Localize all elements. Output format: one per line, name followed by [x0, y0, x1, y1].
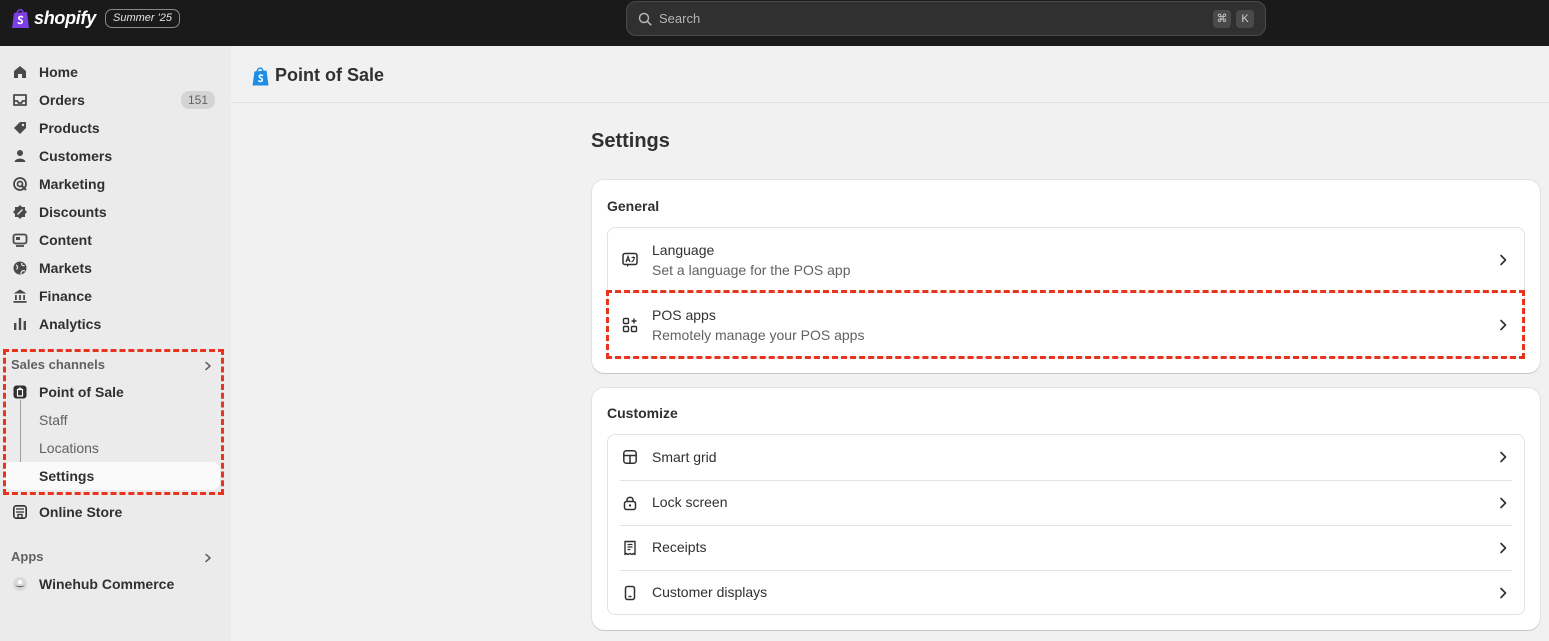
bank-icon [13, 289, 27, 303]
row-title: Receipts [652, 539, 707, 555]
settings-row-customer-displays[interactable]: Customer displays [608, 571, 1524, 615]
search-icon [638, 12, 652, 26]
search-placeholder: Search [659, 11, 701, 26]
sidebar-item-winehub-commerce[interactable]: Winehub Commerce [4, 570, 220, 598]
row-title: Smart grid [652, 449, 717, 465]
receipt-icon [624, 540, 636, 556]
smart-grid-icon [623, 450, 637, 464]
shopify-bag-icon [12, 8, 29, 28]
discount-icon [13, 205, 27, 219]
sidebar-item-label: Marketing [39, 176, 106, 192]
sidebar-item-home[interactable]: Home [4, 58, 220, 86]
general-card-title: General [607, 198, 660, 214]
settings-row-receipts[interactable]: Receipts [608, 526, 1524, 570]
store-icon [12, 504, 27, 519]
sidebar-subitem-label: Settings [39, 468, 95, 484]
sidebar-item-label: Markets [39, 260, 92, 276]
sidebar-item-discounts[interactable]: Discounts [4, 198, 220, 226]
winehub-app-icon [13, 577, 27, 591]
tag-icon [14, 122, 26, 134]
sidebar-item-point-of-sale[interactable]: Point of Sale [4, 378, 220, 406]
sidebar-subitem-staff[interactable]: Staff [4, 406, 220, 434]
sidebar-item-label: Customers [39, 148, 113, 164]
sales-channels-label: Sales channels [11, 357, 105, 372]
sidebar-item-markets[interactable]: Markets [4, 254, 220, 282]
chevron-right-icon [1500, 587, 1507, 599]
home-icon [14, 66, 26, 78]
inbox-icon [13, 94, 27, 106]
customize-list: Smart grid Lock screen Receipts Customer… [607, 434, 1525, 615]
pos-bag-icon [252, 67, 269, 86]
sidebar-subitem-settings[interactable]: Settings [4, 462, 220, 490]
sidebar-item-orders[interactable]: Orders 151 [4, 86, 220, 114]
sidebar-item-label: Finance [39, 288, 92, 304]
sidebar-item-label: Analytics [39, 316, 102, 332]
language-icon [622, 252, 638, 267]
shopify-logo[interactable]: shopify [11, 7, 96, 29]
search-bar[interactable]: Search ⌘ K [626, 1, 1266, 36]
orders-count-badge: 151 [180, 91, 215, 109]
settings-row-lock-screen[interactable]: Lock screen [608, 481, 1524, 525]
chevron-right-icon [1500, 451, 1507, 463]
sidebar-item-products[interactable]: Products [4, 114, 220, 142]
chevron-right-icon [1500, 542, 1507, 554]
content-icon [12, 233, 28, 247]
customize-card-title: Customize [607, 405, 678, 421]
row-title: POS apps [652, 307, 716, 323]
sidebar-item-label: Discounts [39, 204, 107, 220]
apps-icon [622, 317, 638, 333]
settings-heading: Settings [591, 130, 670, 152]
logo-wordmark: shopify [34, 7, 96, 28]
chevron-right-icon [1500, 254, 1507, 266]
page-header: Point of Sale [231, 46, 1549, 103]
sidebar-item-label: Point of Sale [39, 384, 124, 400]
settings-row-pos-apps[interactable]: POS apps Remotely manage your POS apps [608, 293, 1524, 357]
sidebar-subitem-locations[interactable]: Locations [4, 434, 220, 462]
pos-icon [13, 385, 27, 399]
customize-card: Customize Smart grid Lock screen Receipt… [592, 388, 1540, 630]
version-badge: Summer '25 [105, 9, 180, 28]
globe-icon [13, 261, 27, 275]
sidebar-item-label: Winehub Commerce [39, 576, 175, 592]
sidebar-item-finance[interactable]: Finance [4, 282, 220, 310]
top-bar: shopify Summer '25 Search ⌘ K [0, 0, 1549, 46]
row-subtitle: Set a language for the POS app [652, 262, 851, 278]
bar-chart-icon [14, 318, 26, 330]
apps-label: Apps [11, 549, 44, 564]
chevron-right-icon [1500, 497, 1507, 509]
sidebar-subitem-label: Staff [39, 412, 68, 428]
row-title: Lock screen [652, 494, 728, 510]
general-list: Language Set a language for the POS app … [607, 227, 1525, 358]
sidebar-item-label: Online Store [39, 504, 123, 520]
general-card: General Language Set a language for the … [592, 180, 1540, 373]
display-icon [624, 585, 636, 601]
shortcut-key-k: K [1236, 10, 1254, 28]
sidebar-item-content[interactable]: Content [4, 226, 220, 254]
sidebar-item-analytics[interactable]: Analytics [4, 310, 220, 338]
settings-row-smart-grid[interactable]: Smart grid [608, 435, 1524, 480]
settings-row-language[interactable]: Language Set a language for the POS app [608, 228, 1524, 292]
lock-icon [623, 496, 637, 511]
shortcut-key-cmd: ⌘ [1213, 10, 1231, 28]
chevron-right-icon [1500, 319, 1507, 331]
row-title: Customer displays [652, 584, 768, 600]
sidebar-item-customers[interactable]: Customers [4, 142, 220, 170]
sidebar-subitem-label: Locations [39, 440, 99, 456]
sidebar-item-marketing[interactable]: Marketing [4, 170, 220, 198]
sidebar-item-label: Home [39, 64, 78, 80]
chevron-right-icon[interactable] [203, 361, 213, 371]
target-icon [13, 177, 27, 191]
sidebar-item-label: Content [39, 232, 92, 248]
sidebar-item-label: Products [39, 120, 100, 136]
sidebar-item-online-store[interactable]: Online Store [4, 498, 220, 526]
person-icon [14, 150, 26, 162]
row-title: Language [652, 242, 715, 258]
page-title: Point of Sale [275, 65, 385, 85]
sidebar-item-label: Orders [39, 92, 85, 108]
chevron-right-icon[interactable] [203, 553, 213, 563]
row-subtitle: Remotely manage your POS apps [652, 327, 865, 343]
